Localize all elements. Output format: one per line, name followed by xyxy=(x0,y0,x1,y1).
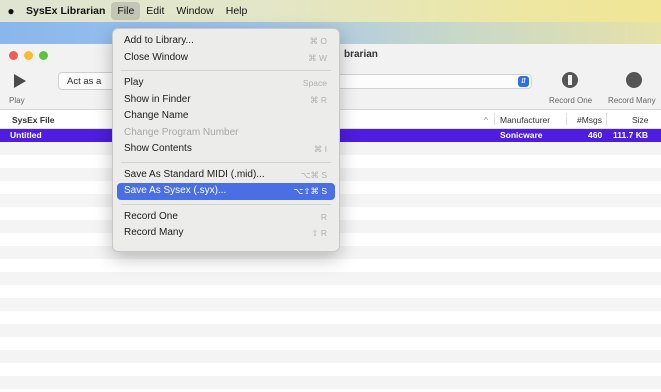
destination-popup[interactable]: ⇵ xyxy=(336,74,532,89)
row-name: Untitled xyxy=(10,130,42,140)
menu-item-close-window[interactable]: Close Window ⌘ W xyxy=(117,50,335,67)
menu-item-record-many[interactable]: Record Many ⇧ R xyxy=(117,225,335,242)
row-messages: 460 xyxy=(588,130,603,140)
menu-item-record-one[interactable]: Record One R xyxy=(117,209,335,226)
empty-row xyxy=(0,350,661,363)
menu-item-label: Add to Library... xyxy=(124,35,194,46)
menu-shortcut: ⌘ I xyxy=(313,144,327,154)
empty-row xyxy=(0,376,661,389)
menu-item-show-contents[interactable]: Show Contents ⌘ I xyxy=(117,141,335,158)
window-title: brarian xyxy=(344,49,378,60)
menu-shortcut: ⌘ O xyxy=(309,36,327,46)
menu-separator xyxy=(121,70,331,71)
column-divider xyxy=(494,113,495,125)
menu-item-label: Save As Standard MIDI (.mid)... xyxy=(124,168,265,180)
menu-item-play[interactable]: Play Space xyxy=(117,75,335,92)
column-header-name[interactable]: SysEx File xyxy=(12,115,55,125)
record-one-label: Record One xyxy=(549,96,593,105)
menu-item-label: Show Contents xyxy=(124,143,192,154)
app-menu[interactable]: SysEx Librarian xyxy=(22,2,111,20)
menu-item-label: Change Name xyxy=(124,110,189,121)
menu-bar: ● SysEx Librarian File Edit Window Help xyxy=(0,0,661,22)
window-controls xyxy=(9,51,48,60)
column-header-messages[interactable]: #Msgs xyxy=(577,115,602,125)
menu-item-change-name[interactable]: Change Name xyxy=(117,108,335,125)
play-label: Play xyxy=(9,96,25,105)
play-icon[interactable] xyxy=(14,74,26,88)
menu-shortcut: ⌘ W xyxy=(308,52,327,63)
record-many-icon[interactable] xyxy=(626,72,642,88)
menu-item-label: Record Many xyxy=(124,227,184,238)
column-divider xyxy=(566,113,567,125)
empty-row xyxy=(0,272,661,285)
record-one-icon[interactable] xyxy=(562,72,578,88)
empty-row xyxy=(0,324,661,337)
menu-item-label: Close Window xyxy=(124,51,188,63)
empty-row xyxy=(0,298,661,311)
menu-window[interactable]: Window xyxy=(170,2,219,20)
column-header-manufacturer[interactable]: Manufacturer xyxy=(500,115,550,125)
menu-shortcut: ⇧ R xyxy=(311,228,327,238)
menu-item-label: Show in Finder xyxy=(124,93,191,105)
menu-item-change-program-number: Change Program Number xyxy=(117,125,335,142)
menu-separator xyxy=(121,203,331,205)
row-manufacturer: Sonicware xyxy=(500,130,543,140)
column-divider xyxy=(606,113,607,125)
menu-item-label: Play xyxy=(124,77,144,88)
minimize-window-icon[interactable] xyxy=(24,51,33,60)
menu-shortcut: ⌥⇧⌘ S xyxy=(293,186,327,196)
menu-item-add-to-library[interactable]: Add to Library... ⌘ O xyxy=(117,33,335,50)
row-size: 111.7 KB xyxy=(613,130,648,140)
menu-item-save-as-midi[interactable]: Save As Standard MIDI (.mid)... ⌥⌘ S xyxy=(117,167,335,184)
menu-separator xyxy=(121,161,331,163)
menu-item-save-as-sysex[interactable]: Save As Sysex (.syx)... ⌥⇧⌘ S xyxy=(117,183,335,200)
close-window-icon[interactable] xyxy=(9,51,18,60)
popup-chevron-icon: ⇵ xyxy=(518,76,529,87)
menu-item-label: Change Program Number xyxy=(124,126,239,138)
apple-menu-icon[interactable]: ● xyxy=(0,4,22,18)
menu-shortcut: R xyxy=(320,211,327,222)
menu-file[interactable]: File xyxy=(111,2,141,20)
sort-indicator-icon: ^ xyxy=(484,115,488,125)
zoom-window-icon[interactable] xyxy=(39,51,48,60)
record-many-label: Record Many xyxy=(608,96,656,105)
file-menu: Add to Library... ⌘ O Close Window ⌘ W P… xyxy=(112,28,340,252)
menu-shortcut: Space xyxy=(302,78,327,88)
menu-help[interactable]: Help xyxy=(220,2,254,20)
menu-item-show-in-finder[interactable]: Show in Finder ⌘ R xyxy=(117,92,335,109)
act-as-popup[interactable]: Act as a xyxy=(58,72,118,90)
menu-edit[interactable]: Edit xyxy=(140,2,170,20)
menu-shortcut: ⌥⌘ S xyxy=(300,169,327,180)
menu-item-label: Record One xyxy=(124,210,178,222)
column-header-size[interactable]: Size xyxy=(632,115,649,125)
menu-item-label: Save As Sysex (.syx)... xyxy=(124,185,227,196)
menu-shortcut: ⌘ R xyxy=(310,94,327,105)
